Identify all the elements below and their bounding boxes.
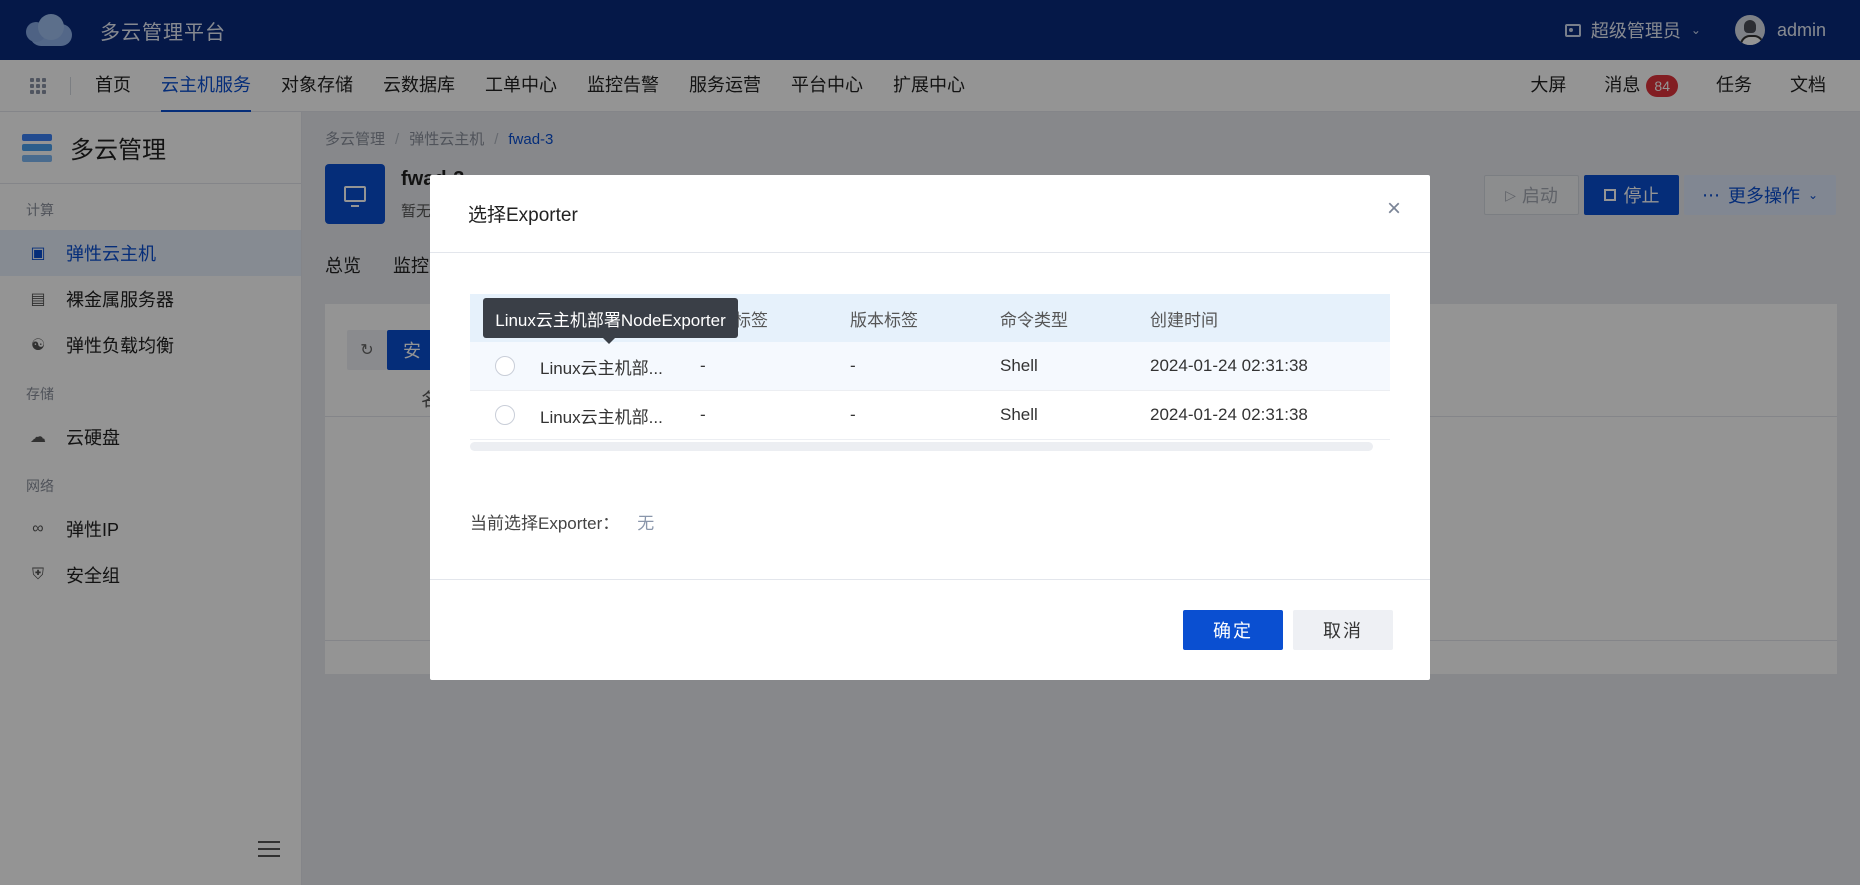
close-icon[interactable]: × — [1384, 197, 1404, 221]
col-header-command-type: 命令类型 — [1000, 310, 1068, 330]
table-row[interactable]: Linux云主机部... - - Shell 2024-01-24 02:31:… — [470, 342, 1390, 391]
cell-created-at: 2024-01-24 02:31:38 — [1150, 356, 1308, 375]
cell-created-at: 2024-01-24 02:31:38 — [1150, 405, 1308, 424]
radio-button[interactable] — [495, 356, 515, 376]
confirm-button[interactable]: 确定 — [1183, 610, 1283, 650]
horizontal-scrollbar[interactable] — [470, 442, 1373, 451]
radio-button[interactable] — [495, 405, 515, 425]
col-header-version-tag: 版本标签 — [850, 310, 918, 330]
cell-name: Linux云主机部... — [540, 358, 663, 378]
cell-version-tag: - — [850, 356, 856, 375]
current-selection-value: 无 — [637, 514, 655, 533]
col-header-created-at: 创建时间 — [1150, 310, 1218, 330]
current-selection: 当前选择Exporter： 无 — [470, 509, 654, 534]
name-tooltip: Linux云主机部署NodeExporter — [483, 298, 738, 344]
dialog-title: 选择Exporter — [468, 205, 578, 226]
cell-system-tag: - — [700, 356, 706, 375]
cell-command-type: Shell — [1000, 405, 1038, 424]
dialog-footer-divider — [430, 579, 1430, 580]
cell-version-tag: - — [850, 405, 856, 424]
cell-command-type: Shell — [1000, 356, 1038, 375]
cancel-button[interactable]: 取消 — [1293, 610, 1393, 650]
row-select[interactable] — [470, 356, 540, 376]
select-exporter-dialog: 选择Exporter × 名称 系统标签 版本标签 命令类型 创建时间 Linu… — [430, 175, 1430, 680]
cell-name: Linux云主机部... — [540, 407, 663, 427]
table-row[interactable]: Linux云主机部... - - Shell 2024-01-24 02:31:… — [470, 391, 1390, 440]
cell-system-tag: - — [700, 405, 706, 424]
current-selection-label: 当前选择Exporter： — [470, 514, 620, 533]
row-select[interactable] — [470, 405, 540, 425]
dialog-header: 选择Exporter — [430, 175, 1430, 253]
